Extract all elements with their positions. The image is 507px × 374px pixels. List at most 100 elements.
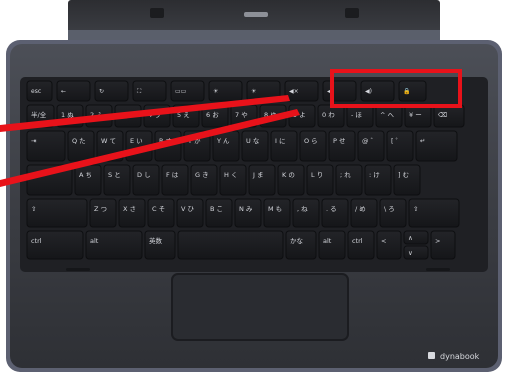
key-2-13[interactable]: ↵ <box>415 130 458 162</box>
key-3-8[interactable]: K の <box>277 164 305 196</box>
key-2-11[interactable]: @ ゛ <box>357 130 385 162</box>
key-1-10[interactable]: 0 わ <box>317 104 345 128</box>
key-label: ¥ ー <box>409 111 422 119</box>
key-cap <box>299 130 327 162</box>
key-0-1[interactable]: ← <box>56 80 91 102</box>
key-label: ▭▭ <box>175 88 186 95</box>
key-label: ^ へ <box>380 111 395 119</box>
key-4-6[interactable]: N み <box>234 198 262 228</box>
key-4-9[interactable]: . る <box>321 198 349 228</box>
key-5-3[interactable] <box>177 230 284 260</box>
key-cap <box>176 198 204 228</box>
key-3-7[interactable]: J ま <box>248 164 276 196</box>
key-0-3[interactable]: ⛶ <box>132 80 167 102</box>
foot-right <box>426 268 450 271</box>
key-5-0[interactable]: ctrl <box>26 230 84 260</box>
key-5-5[interactable]: alt <box>318 230 346 260</box>
key-5-1[interactable]: alt <box>85 230 143 260</box>
key-4-10[interactable]: / め <box>350 198 378 228</box>
key-1-13[interactable]: ¥ ー <box>404 104 432 128</box>
key-5-6[interactable]: ctrl <box>347 230 375 260</box>
key-0-2[interactable]: ↻ <box>94 80 129 102</box>
key-1-14[interactable]: ⌫ <box>433 104 465 128</box>
key-3-6[interactable]: H く <box>219 164 247 196</box>
key-4-8[interactable]: , ね <box>292 198 320 228</box>
keyboard-photo: esc←↻⛶▭▭☀☀◀×◀◀)🔒半/全1 ぬ2 ふ3 あ4 う5 え6 お7 や… <box>0 0 502 372</box>
key-cap <box>205 198 233 228</box>
key-3-2[interactable]: S と <box>103 164 131 196</box>
key-label: A ち <box>79 171 92 179</box>
key-3-1[interactable]: A ち <box>74 164 102 196</box>
key-4-2[interactable]: X さ <box>118 198 146 228</box>
key-label: ⇧ <box>31 205 36 213</box>
key-cap <box>292 198 320 228</box>
key-label: 🔒 <box>403 87 410 95</box>
key-4-5[interactable]: B こ <box>205 198 233 228</box>
key-cap <box>219 164 247 196</box>
key-label: P せ <box>333 137 346 145</box>
key-label: Z つ <box>94 205 107 213</box>
key-3-5[interactable]: G き <box>190 164 218 196</box>
key-4-7[interactable]: M も <box>263 198 291 228</box>
key-label: K の <box>282 171 295 179</box>
touchpad[interactable] <box>171 273 349 341</box>
key-label: , ね <box>297 205 308 213</box>
key-3-12[interactable]: ] む <box>393 164 421 196</box>
key-label: ⇥ <box>31 137 36 145</box>
key-0-0[interactable]: esc <box>26 80 53 102</box>
brand-logo-icon <box>428 352 435 359</box>
key-2-7[interactable]: U な <box>241 130 269 162</box>
key-cap <box>393 164 421 196</box>
key-3-3[interactable]: D し <box>132 164 160 196</box>
key-2-0[interactable]: ⇥ <box>26 130 66 162</box>
key-0-10[interactable]: 🔒 <box>398 80 427 102</box>
key-4-11[interactable]: \ ろ <box>379 198 407 228</box>
key-2-6[interactable]: Y ん <box>212 130 240 162</box>
key-5-8[interactable]: ∧ <box>403 230 429 245</box>
key-3-11[interactable]: : け <box>364 164 392 196</box>
key-4-1[interactable]: Z つ <box>89 198 117 228</box>
key-cap <box>248 164 276 196</box>
key-cap <box>190 164 218 196</box>
key-label: \ ろ <box>384 205 395 213</box>
key-1-12[interactable]: ^ へ <box>375 104 403 128</box>
key-0-4[interactable]: ▭▭ <box>170 80 205 102</box>
key-3-9[interactable]: L り <box>306 164 334 196</box>
key-label: Q た <box>72 137 86 145</box>
key-4-12[interactable]: ⇧ <box>408 198 460 228</box>
key-label: U な <box>246 137 260 145</box>
key-5-4[interactable]: かな <box>285 230 317 260</box>
key-5-10[interactable]: > <box>430 230 456 260</box>
key-5-9[interactable]: ∨ <box>403 245 429 260</box>
key-5-2[interactable]: 英数 <box>144 230 176 260</box>
key-label: 0 わ <box>322 111 335 119</box>
key-3-10[interactable]: ; れ <box>335 164 363 196</box>
key-cap <box>408 198 460 228</box>
key-5-7[interactable]: < <box>376 230 402 260</box>
key-0-8[interactable]: ◀ <box>322 80 357 102</box>
key-cap <box>177 230 284 260</box>
key-0-7[interactable]: ◀× <box>284 80 319 102</box>
key-3-4[interactable]: F は <box>161 164 189 196</box>
key-cap <box>26 198 88 228</box>
key-cap <box>386 130 414 162</box>
key-cap <box>67 130 95 162</box>
key-4-4[interactable]: V ひ <box>176 198 204 228</box>
key-2-9[interactable]: O ら <box>299 130 327 162</box>
key-label: @ ゛ <box>362 137 377 145</box>
key-label: . る <box>326 205 337 213</box>
key-2-1[interactable]: Q た <box>67 130 95 162</box>
key-2-10[interactable]: P せ <box>328 130 356 162</box>
key-0-5[interactable]: ☀ <box>208 80 243 102</box>
key-2-12[interactable]: [ ゜ <box>386 130 414 162</box>
key-label: E い <box>130 137 143 145</box>
key-label: 半/全 <box>31 110 47 119</box>
key-0-9[interactable]: ◀) <box>360 80 395 102</box>
key-label: ☀ <box>213 88 219 95</box>
key-4-3[interactable]: C そ <box>147 198 175 228</box>
key-2-8[interactable]: I に <box>270 130 298 162</box>
key-cap <box>357 130 385 162</box>
key-1-11[interactable]: - ほ <box>346 104 374 128</box>
key-label: O ら <box>304 137 318 145</box>
key-4-0[interactable]: ⇧ <box>26 198 88 228</box>
